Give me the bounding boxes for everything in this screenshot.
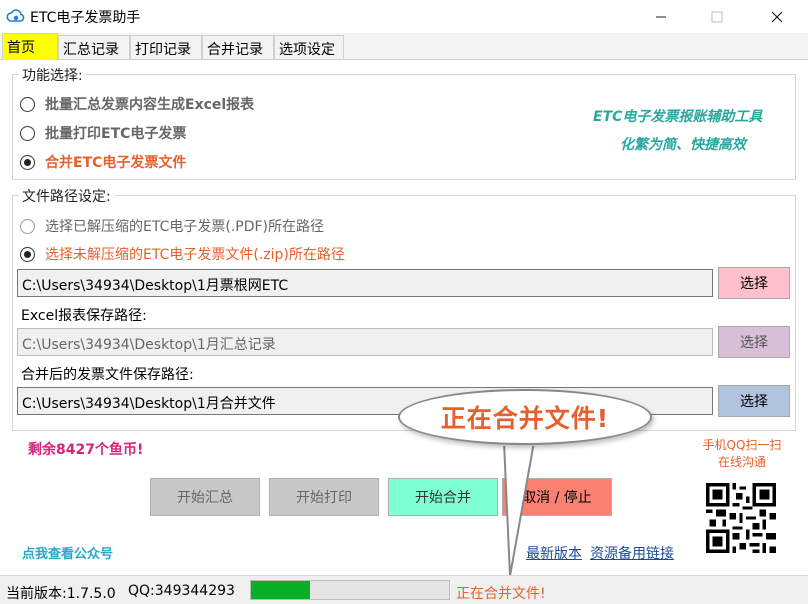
home-panel: 功能选择: 批量汇总发票内容生成Excel报表 批量打印ETC电子发票 合并ET… [0,60,808,577]
progress-bar [250,580,450,600]
radio-merge-files[interactable] [20,154,35,170]
radio-batch-print[interactable] [20,125,35,141]
choose-excel-button[interactable]: 选择 [718,326,790,358]
option-batch-print-label: 批量打印ETC电子发票 [45,126,187,142]
version-label: 当前版本:1.7.5.0 [6,586,116,602]
close-icon [771,11,783,22]
tab-bar: 首页 汇总记录 打印记录 合并记录 选项设定 [0,33,808,60]
start-summary-button[interactable]: 开始汇总 [150,478,260,516]
coins-balance: 剩余8427个鱼币! [28,442,144,458]
radio-zip-path[interactable] [20,246,35,262]
source-path-input[interactable]: C:\Users\34934\Desktop\1月票根网ETC [17,269,713,297]
choose-merge-button[interactable]: 选择 [718,385,790,417]
status-bar: 当前版本:1.7.5.0 QQ:349344293 正在合并文件! [0,575,808,604]
merge-path-label: 合并后的发票文件保存路径: [21,367,194,383]
app-icon [6,9,25,22]
option-zip-path[interactable]: 选择未解压缩的ETC电子发票文件(.zip)所在路径 [20,244,345,264]
excel-path-input[interactable]: C:\Users\34934\Desktop\1月汇总记录 [17,328,713,356]
close-button[interactable] [754,0,800,33]
tab-merge-records[interactable]: 合并记录 [202,35,274,59]
option-merge-files[interactable]: 合并ETC电子发票文件 [20,152,186,172]
qq-label: QQ:349344293 [128,583,235,599]
slogan-line2: 化繁为简、快捷高效 [620,137,746,153]
maximize-icon [711,11,723,22]
choose-source-button[interactable]: 选择 [718,267,790,299]
slogan-line1: ETC电子发票报账辅助工具 [593,109,763,125]
start-merge-button[interactable]: 开始合并 [388,478,498,516]
tab-summary-records[interactable]: 汇总记录 [58,35,130,59]
tab-print-records[interactable]: 打印记录 [130,35,202,59]
qq-note-line1: 手机QQ扫一扫 [702,438,782,452]
window-title: ETC电子发票助手 [30,10,141,26]
minimize-icon [656,16,666,17]
progress-fill [251,581,311,599]
option-summary-excel-label: 批量汇总发票内容生成Excel报表 [45,97,255,113]
maximize-button[interactable] [694,0,740,33]
option-merge-files-label: 合并ETC电子发票文件 [45,155,187,171]
minimize-button[interactable] [638,0,684,33]
public-account-link[interactable]: 点我查看公众号 [22,543,113,562]
bubble-tail [502,440,538,577]
option-batch-print[interactable]: 批量打印ETC电子发票 [20,123,186,143]
bubble-text: 正在合并文件! [440,404,610,433]
radio-summary-excel[interactable] [20,96,35,112]
qq-note: 手机QQ扫一扫 在线沟通 [696,437,788,471]
option-pdf-path-label: 选择已解压缩的ETC电子发票(.PDF)所在路径 [45,219,325,235]
status-text: 正在合并文件! [456,586,546,602]
excel-path-label: Excel报表保存路径: [21,308,147,324]
option-pdf-path[interactable]: 选择已解压缩的ETC电子发票(.PDF)所在路径 [20,216,324,236]
title-bar: ETC电子发票助手 [0,0,808,33]
backup-link[interactable]: 资源备用链接 [590,543,674,563]
qr-code-icon[interactable] [706,483,776,553]
start-print-button[interactable]: 开始打印 [269,478,379,516]
status-bubble: 正在合并文件! [398,389,652,445]
option-zip-path-label: 选择未解压缩的ETC电子发票文件(.zip)所在路径 [45,247,345,263]
path-group-title: 文件路径设定: [19,186,114,206]
tab-options[interactable]: 选项设定 [274,35,344,59]
option-summary-excel[interactable]: 批量汇总发票内容生成Excel报表 [20,94,254,114]
qq-note-line2: 在线沟通 [717,455,766,469]
radio-pdf-path[interactable] [20,218,35,234]
function-group-title: 功能选择: [19,65,86,85]
tab-home[interactable]: 首页 [2,33,58,60]
